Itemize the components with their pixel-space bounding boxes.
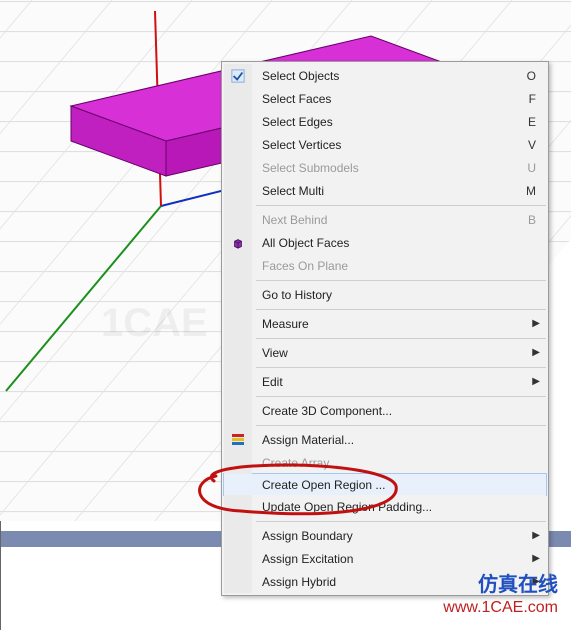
- menu-shortcut: B: [526, 213, 540, 227]
- menu-label: Assign Excitation: [252, 552, 530, 566]
- menu-separator: [224, 335, 546, 341]
- footer-cn-text: 仿真在线: [443, 572, 558, 598]
- menu-shortcut: U: [526, 161, 540, 175]
- menu-label: Faces On Plane: [252, 259, 540, 273]
- submenu-arrow-icon: ▶: [530, 553, 540, 564]
- material-icon: [231, 433, 245, 447]
- menu-label: All Object Faces: [252, 236, 540, 250]
- menu-select-faces[interactable]: Select Faces F: [224, 87, 546, 110]
- menu-separator: [224, 202, 546, 208]
- menu-label: Edit: [252, 375, 530, 389]
- menu-select-multi[interactable]: Select Multi M: [224, 179, 546, 202]
- menu-label: Select Vertices: [252, 138, 526, 152]
- menu-select-objects[interactable]: Select Objects O: [224, 64, 546, 87]
- menu-edit[interactable]: Edit ▶: [224, 370, 546, 393]
- footer-brand: 仿真在线 www.1CAE.com: [443, 572, 558, 619]
- menu-label: Create Open Region ...: [252, 478, 540, 492]
- menu-separator: [224, 422, 546, 428]
- cube-icon: [232, 237, 244, 249]
- menu-assign-excitation[interactable]: Assign Excitation ▶: [224, 547, 546, 570]
- menu-label: Update Open Region Padding...: [252, 500, 540, 514]
- menu-label: Select Objects: [252, 69, 526, 83]
- menu-label: Measure: [252, 317, 530, 331]
- menu-shortcut: E: [526, 115, 540, 129]
- menu-shortcut: O: [526, 69, 540, 83]
- menu-label: Assign Boundary: [252, 529, 530, 543]
- menu-label: View: [252, 346, 530, 360]
- menu-select-edges[interactable]: Select Edges E: [224, 110, 546, 133]
- menu-create-3d-component[interactable]: Create 3D Component...: [224, 399, 546, 422]
- menu-measure[interactable]: Measure ▶: [224, 312, 546, 335]
- menu-label: Select Submodels: [252, 161, 526, 175]
- footer-url-text: www.1CAE.com: [443, 598, 558, 619]
- menu-assign-material[interactable]: Assign Material...: [224, 428, 546, 451]
- menu-separator: [224, 306, 546, 312]
- context-menu: Select Objects O Select Faces F Select E…: [221, 61, 549, 596]
- menu-create-open-region[interactable]: Create Open Region ...: [223, 473, 547, 496]
- menu-shortcut: F: [526, 92, 540, 106]
- menu-assign-boundary[interactable]: Assign Boundary ▶: [224, 524, 546, 547]
- menu-label: Create Array...: [252, 456, 540, 470]
- menu-separator: [224, 364, 546, 370]
- menu-select-vertices[interactable]: Select Vertices V: [224, 133, 546, 156]
- submenu-arrow-icon: ▶: [530, 376, 540, 387]
- menu-separator: [224, 518, 546, 524]
- submenu-arrow-icon: ▶: [530, 347, 540, 358]
- check-icon: [231, 69, 245, 83]
- menu-faces-on-plane: Faces On Plane: [224, 254, 546, 277]
- menu-view[interactable]: View ▶: [224, 341, 546, 364]
- menu-label: Go to History: [252, 288, 540, 302]
- menu-separator: [224, 277, 546, 283]
- submenu-arrow-icon: ▶: [530, 530, 540, 541]
- menu-label: Select Multi: [252, 184, 526, 198]
- menu-label: Assign Material...: [252, 433, 540, 447]
- menu-label: Next Behind: [252, 213, 526, 227]
- menu-shortcut: V: [526, 138, 540, 152]
- menu-separator: [224, 393, 546, 399]
- menu-label: Create 3D Component...: [252, 404, 540, 418]
- watermark: 1CAE: [101, 301, 208, 346]
- menu-go-to-history[interactable]: Go to History: [224, 283, 546, 306]
- menu-update-open-region-padding[interactable]: Update Open Region Padding...: [224, 495, 546, 518]
- menu-label: Select Faces: [252, 92, 526, 106]
- menu-label: Select Edges: [252, 115, 526, 129]
- menu-next-behind: Next Behind B: [224, 208, 546, 231]
- submenu-arrow-icon: ▶: [530, 318, 540, 329]
- menu-select-submodels: Select Submodels U: [224, 156, 546, 179]
- menu-all-object-faces[interactable]: All Object Faces: [224, 231, 546, 254]
- menu-shortcut: M: [526, 184, 540, 198]
- menu-create-array: Create Array...: [224, 451, 546, 474]
